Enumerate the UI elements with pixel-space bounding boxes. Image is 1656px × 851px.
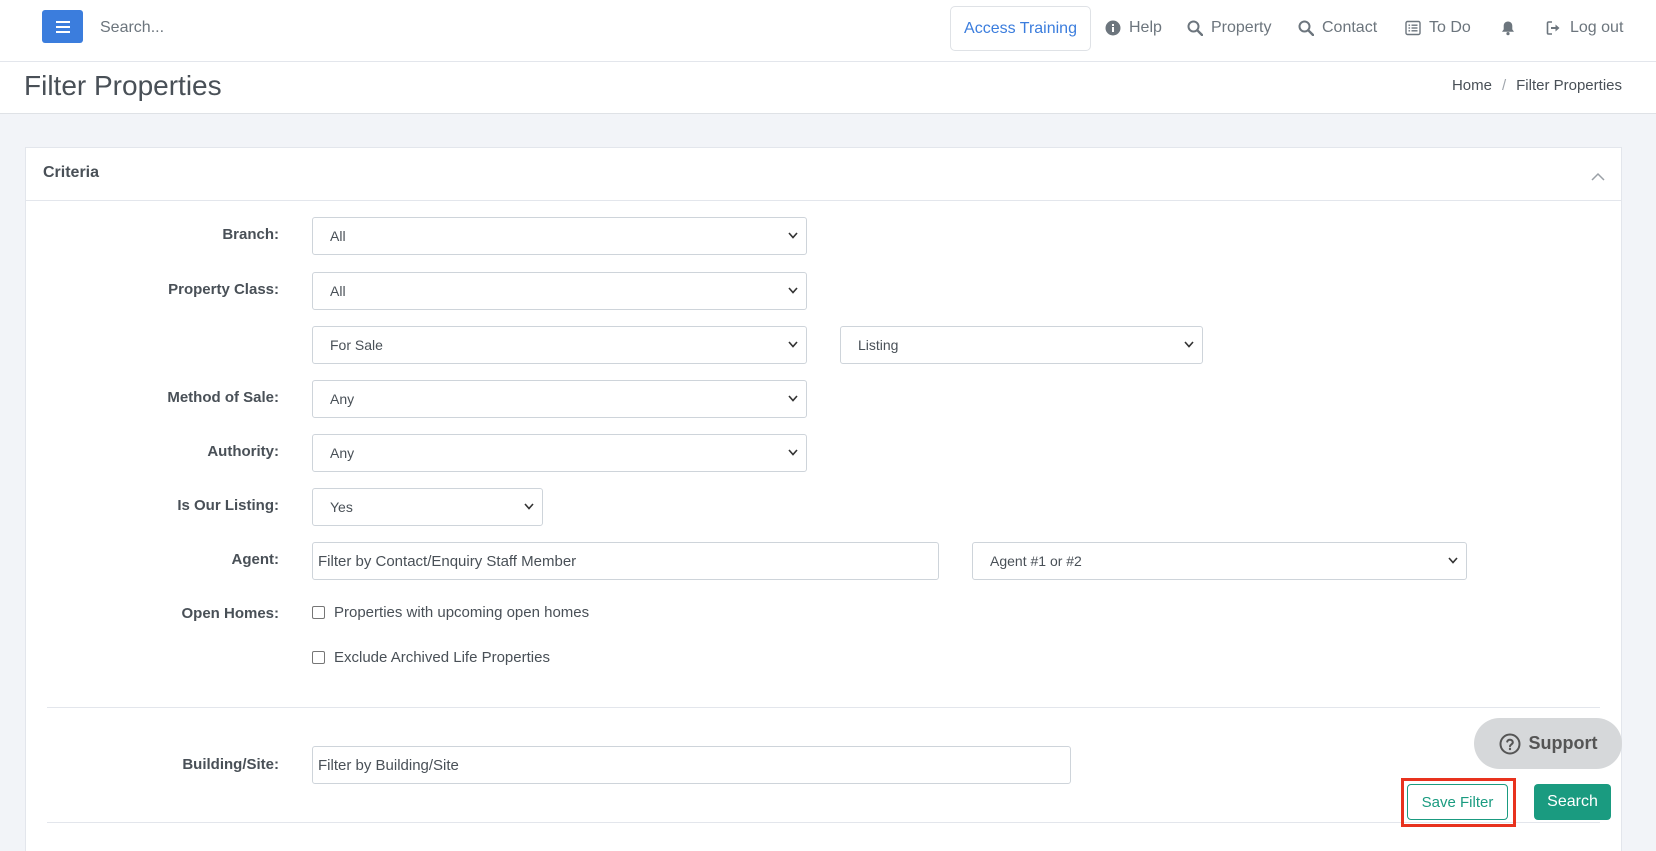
breadcrumb-current: Filter Properties	[1516, 77, 1622, 94]
sale-type-select-value: For Sale	[330, 337, 383, 353]
exclude-archived-label: Exclude Archived Life Properties	[334, 649, 550, 666]
nav-help-label: Help	[1129, 19, 1162, 36]
building-site-input[interactable]: Filter by Building/Site	[312, 746, 1071, 784]
authority-select-value: Any	[330, 445, 355, 461]
nav-logout-label: Log out	[1570, 19, 1624, 36]
chevron-down-icon	[524, 503, 534, 510]
authority-label: Authority:	[207, 443, 279, 460]
branch-select-value: All	[330, 228, 346, 244]
global-search-input[interactable]	[100, 14, 500, 42]
search-icon	[1298, 20, 1314, 36]
sale-type-select[interactable]: For Sale	[312, 326, 807, 364]
branch-label: Branch:	[222, 226, 279, 243]
is-our-listing-select[interactable]: Yes	[312, 488, 543, 526]
chevron-down-icon	[788, 449, 798, 456]
sign-out-icon	[1546, 20, 1562, 36]
method-of-sale-label: Method of Sale:	[167, 389, 279, 406]
nav-logout[interactable]: Log out	[1546, 16, 1623, 40]
chevron-down-icon	[788, 395, 798, 402]
question-circle-icon	[1499, 733, 1520, 754]
breadcrumb-separator: /	[1501, 77, 1507, 94]
nav-todo[interactable]: To Do	[1405, 16, 1471, 40]
chevron-down-icon	[1184, 341, 1194, 348]
listing-status-select-value: Listing	[858, 337, 899, 353]
form-divider	[47, 822, 1600, 823]
chevron-up-icon[interactable]	[1591, 168, 1605, 186]
property-class-select[interactable]: All	[312, 272, 807, 310]
bell-icon	[1500, 20, 1516, 36]
form-divider	[47, 707, 1600, 708]
listing-status-select[interactable]: Listing	[840, 326, 1203, 364]
support-button-label: Support	[1528, 733, 1598, 753]
page-header: Filter Properties Home / Filter Properti…	[0, 62, 1656, 114]
exclude-archived-option[interactable]: Exclude Archived Life Properties	[312, 649, 550, 666]
is-our-listing-label: Is Our Listing:	[177, 497, 279, 514]
building-site-placeholder: Filter by Building/Site	[318, 756, 459, 774]
chevron-down-icon	[788, 287, 798, 294]
upcoming-open-homes-checkbox[interactable]	[312, 606, 325, 619]
top-navbar: Access Training Help Property Contact To…	[0, 0, 1656, 62]
chevron-down-icon	[1448, 557, 1458, 564]
save-filter-button[interactable]: Save Filter	[1407, 784, 1508, 820]
chevron-down-icon	[788, 232, 798, 239]
page-title: Filter Properties	[24, 70, 222, 101]
agent-filter-placeholder: Filter by Contact/Enquiry Staff Member	[318, 552, 577, 570]
menu-icon	[55, 20, 70, 33]
criteria-card-header[interactable]: Criteria	[26, 148, 1621, 201]
search-button[interactable]: Search	[1534, 784, 1611, 820]
property-class-label: Property Class:	[168, 281, 279, 298]
info-circle-icon	[1105, 20, 1121, 36]
nav-todo-label: To Do	[1429, 19, 1471, 36]
chevron-down-icon	[788, 341, 798, 348]
breadcrumb-home-link[interactable]: Home	[1452, 77, 1492, 94]
list-icon	[1405, 20, 1421, 36]
open-homes-label: Open Homes:	[181, 605, 279, 622]
method-of-sale-select-value: Any	[330, 391, 355, 407]
upcoming-open-homes-option[interactable]: Properties with upcoming open homes	[312, 604, 589, 621]
nav-property[interactable]: Property	[1187, 16, 1271, 40]
upcoming-open-homes-label: Properties with upcoming open homes	[334, 604, 590, 621]
agent-role-select-value: Agent #1 or #2	[990, 553, 1082, 569]
nav-help[interactable]: Help	[1105, 16, 1162, 40]
hamburger-menu-button[interactable]	[42, 10, 83, 43]
building-site-label: Building/Site:	[182, 756, 279, 773]
exclude-archived-checkbox[interactable]	[312, 651, 325, 664]
nav-contact[interactable]: Contact	[1298, 16, 1377, 40]
breadcrumb: Home / Filter Properties	[1452, 77, 1622, 94]
method-of-sale-select[interactable]: Any	[312, 380, 807, 418]
support-button[interactable]: Support	[1474, 718, 1622, 769]
access-training-button[interactable]: Access Training	[950, 6, 1091, 51]
agent-filter-input[interactable]: Filter by Contact/Enquiry Staff Member	[312, 542, 939, 580]
criteria-title: Criteria	[43, 164, 100, 181]
notifications-button[interactable]	[1500, 16, 1516, 40]
branch-select[interactable]: All	[312, 217, 807, 255]
authority-select[interactable]: Any	[312, 434, 807, 472]
agent-label: Agent:	[231, 551, 280, 568]
search-icon	[1187, 20, 1203, 36]
nav-contact-label: Contact	[1322, 19, 1378, 36]
property-class-select-value: All	[330, 283, 346, 299]
is-our-listing-select-value: Yes	[330, 499, 353, 515]
agent-role-select[interactable]: Agent #1 or #2	[972, 542, 1467, 580]
nav-property-label: Property	[1211, 19, 1272, 36]
